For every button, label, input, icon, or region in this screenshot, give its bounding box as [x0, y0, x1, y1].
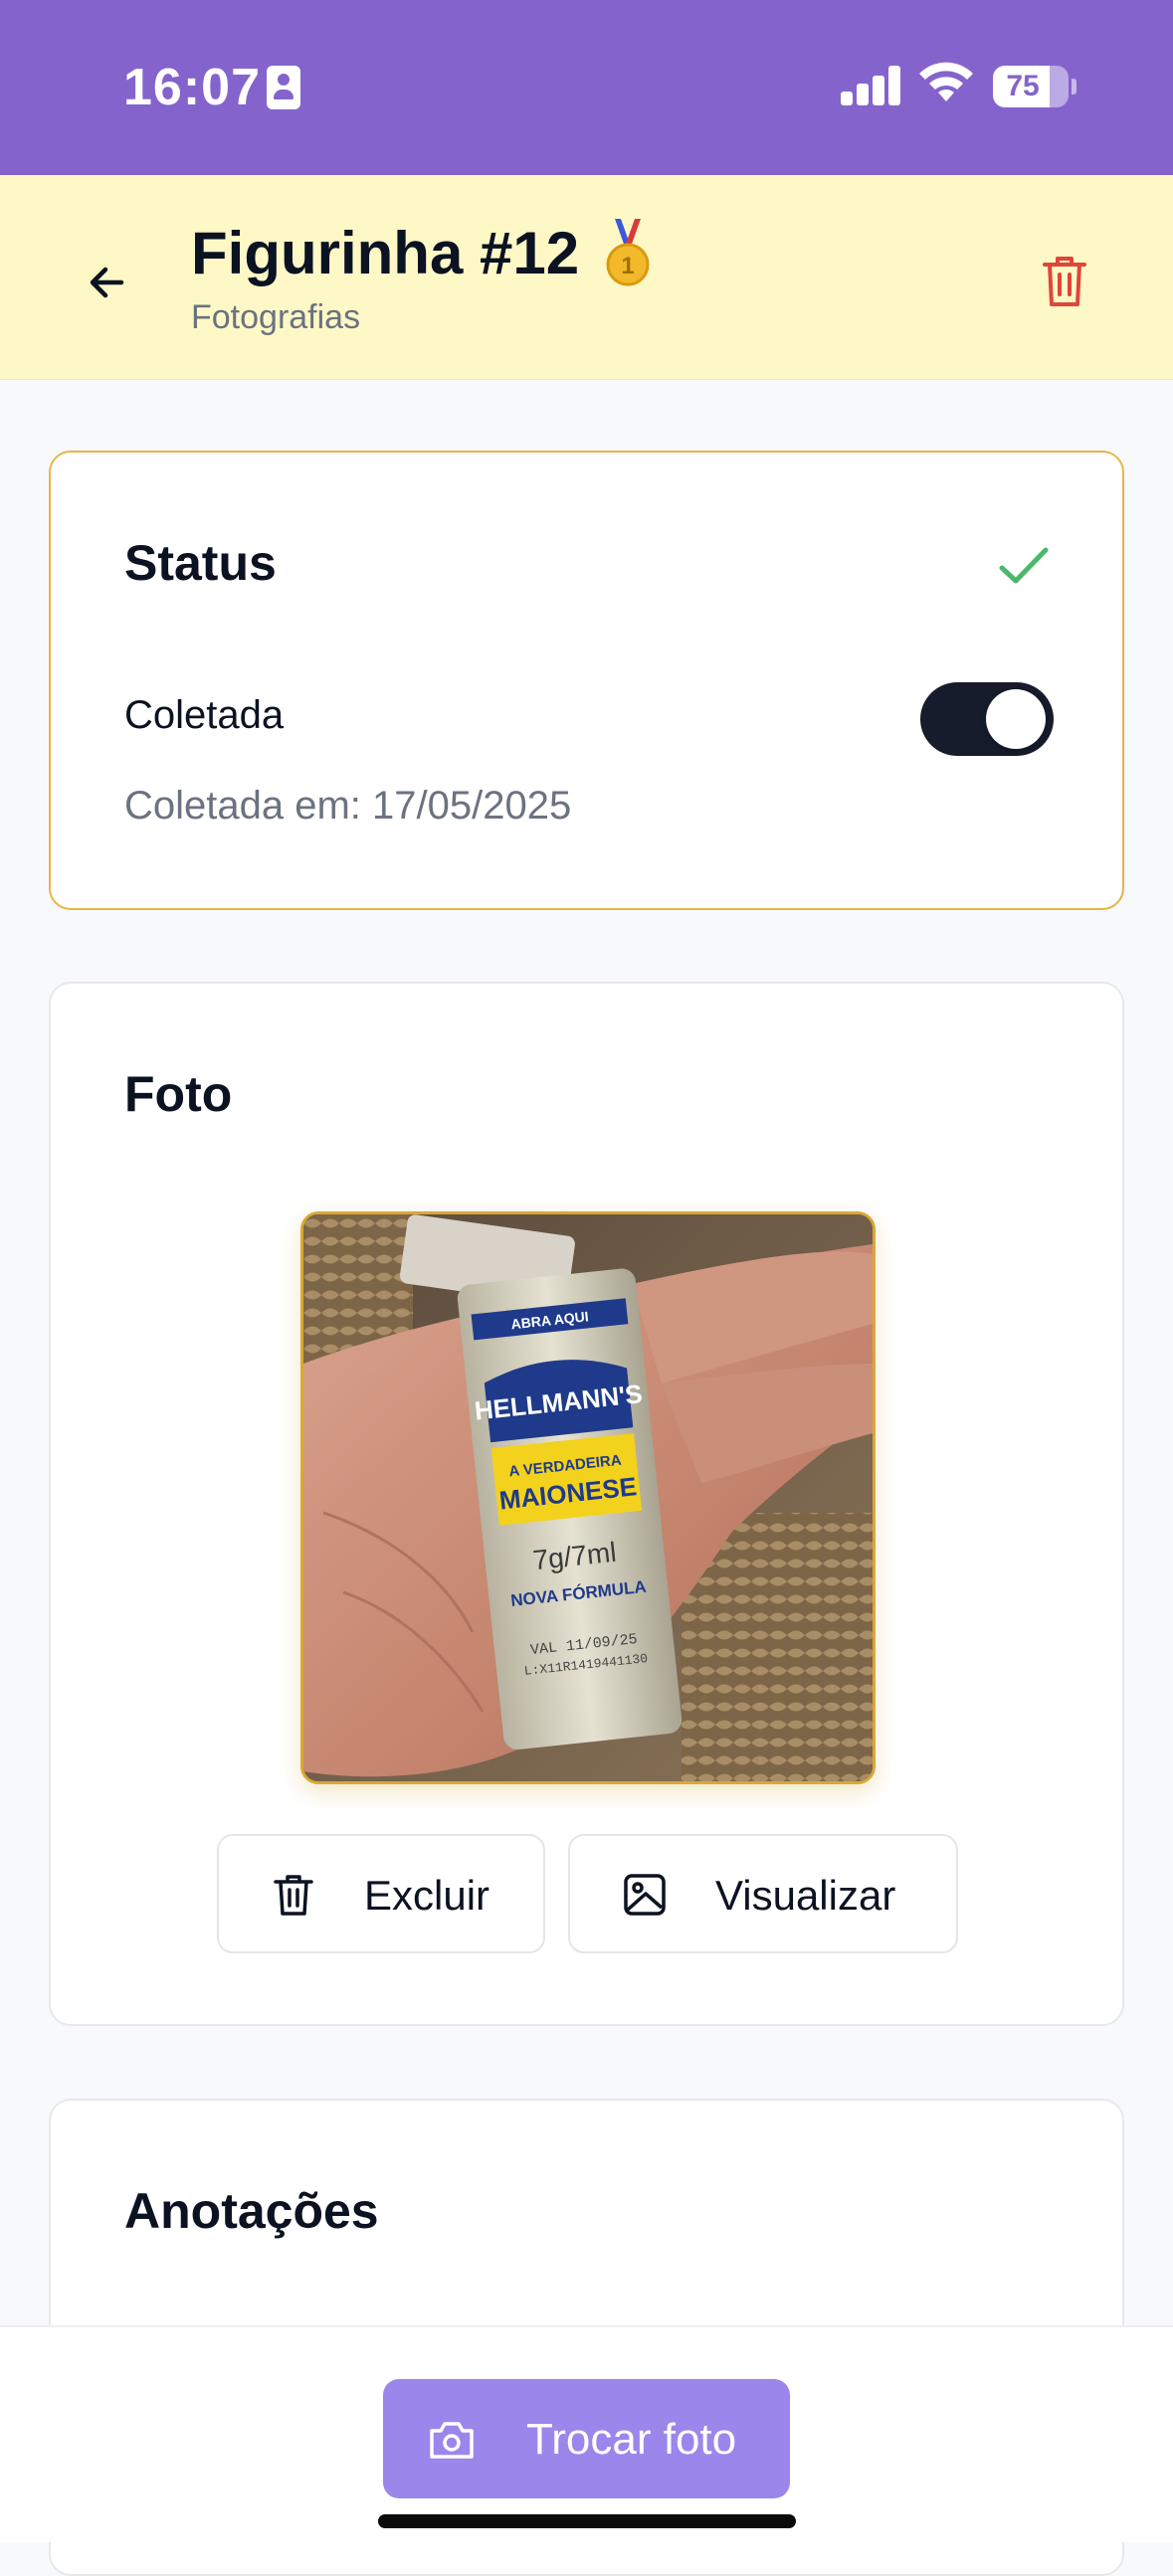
- collected-date: Coletada em: 17/05/2025: [124, 784, 572, 828]
- app-header: Figurinha #12 1 Fotografias: [0, 175, 1173, 380]
- photo-title: Foto: [124, 1066, 233, 1122]
- toggle-knob: [986, 689, 1046, 749]
- medal-icon: 1: [606, 219, 650, 286]
- photo-illustration: ABRA AQUI HELLMANN'S A VERDADEIRA MAIONE…: [303, 1214, 873, 1781]
- collected-label: Coletada: [124, 693, 285, 737]
- image-icon: [624, 1874, 666, 1916]
- delete-photo-button[interactable]: Excluir: [217, 1834, 545, 1953]
- status-card: Status Coletada Coletada em: 17/05/2025: [49, 451, 1124, 910]
- change-photo-button[interactable]: Trocar foto: [383, 2379, 790, 2498]
- change-photo-label: Trocar foto: [526, 2415, 737, 2464]
- home-indicator: [378, 2514, 796, 2528]
- collected-toggle[interactable]: [920, 682, 1054, 756]
- sticker-photo[interactable]: ABRA AQUI HELLMANN'S A VERDADEIRA MAIONE…: [300, 1211, 876, 1784]
- battery-level: 75: [1006, 70, 1040, 102]
- view-photo-button[interactable]: Visualizar: [568, 1834, 958, 1953]
- signal-icon: [841, 66, 902, 105]
- trash-icon: [274, 1875, 313, 1916]
- battery-icon: 75: [993, 66, 1069, 107]
- check-icon: [999, 547, 1049, 584]
- trash-icon[interactable]: [1039, 251, 1090, 310]
- page-title: Figurinha #12: [191, 220, 580, 286]
- status-title: Status: [124, 535, 277, 591]
- battery-cap: [1072, 79, 1076, 94]
- bottom-bar: Trocar foto: [0, 2325, 1173, 2542]
- view-photo-label: Visualizar: [715, 1872, 896, 1919]
- camera-icon: [430, 2422, 474, 2459]
- svg-text:1: 1: [621, 253, 634, 279]
- page-subtitle: Fotografias: [191, 298, 361, 336]
- photo-card: Foto ABRA AQUI HELLMANN'S A VERDADEIRA M…: [49, 982, 1124, 2026]
- back-arrow-icon[interactable]: [78, 253, 137, 312]
- delete-photo-label: Excluir: [364, 1872, 490, 1919]
- person-badge-icon: [267, 66, 300, 109]
- notes-title: Anotações: [124, 2183, 379, 2239]
- wifi-icon: [919, 62, 973, 101]
- status-time: 16:07: [123, 59, 261, 116]
- status-bar: 16:07 75: [0, 0, 1173, 175]
